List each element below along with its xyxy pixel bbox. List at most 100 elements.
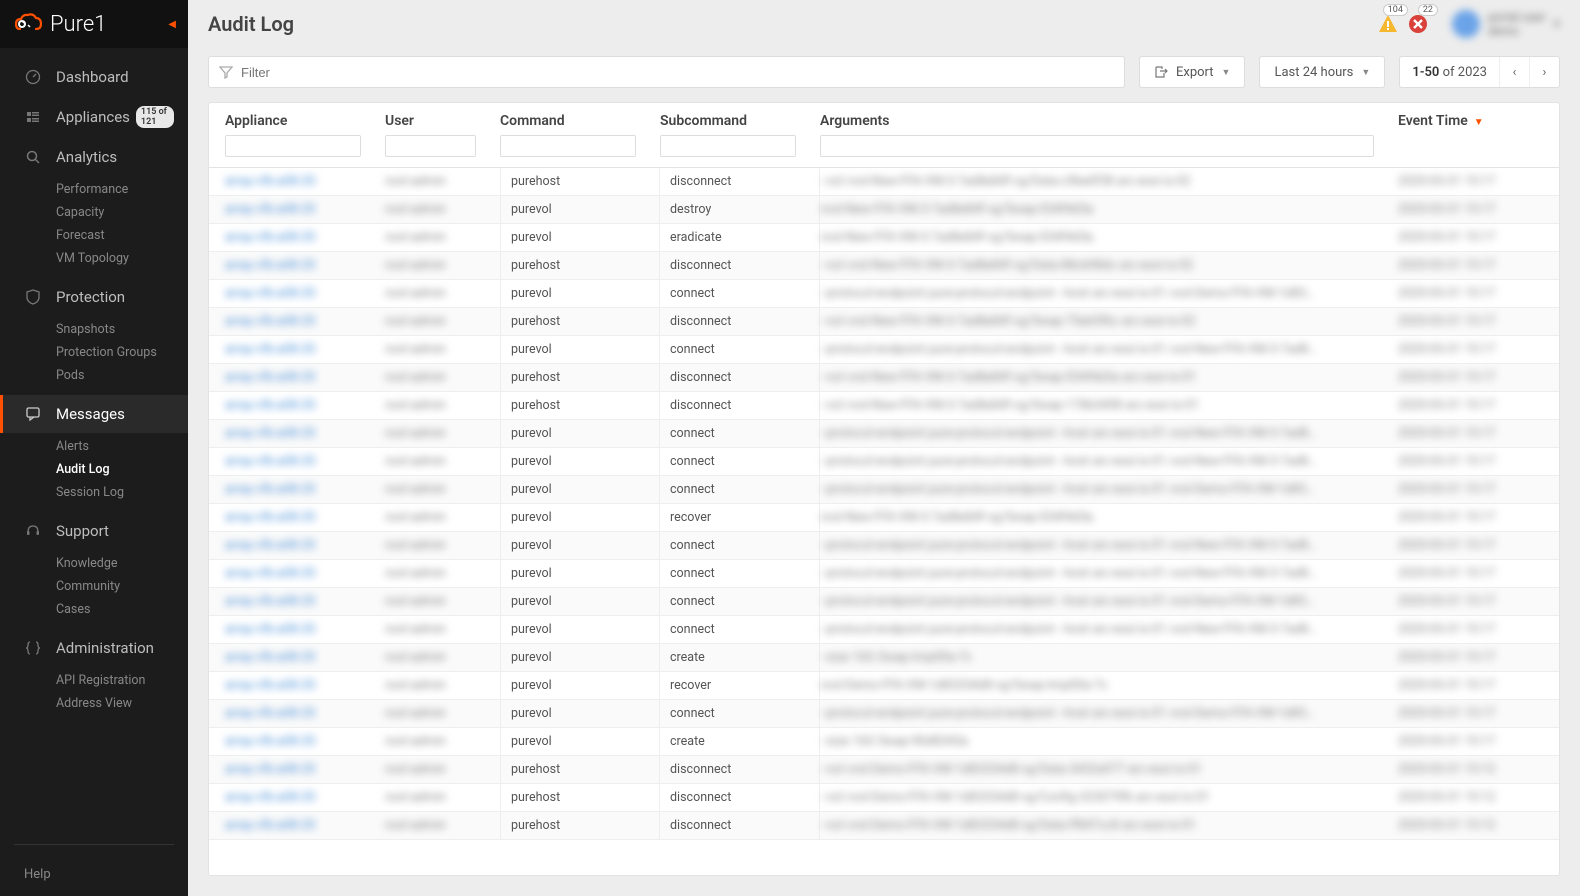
- sidebar-subitem-audit-log[interactable]: Audit Log: [56, 458, 188, 481]
- table-row[interactable]: array-vfb-a08-20root-adminpurehostdiscon…: [209, 364, 1559, 392]
- cell-appliance[interactable]: array-vfb-a08-20: [225, 448, 385, 475]
- table-row[interactable]: array-vfb-a08-20root-adminpurevolcreate-…: [209, 644, 1559, 672]
- table-row[interactable]: array-vfb-a08-20root-adminpurehostdiscon…: [209, 252, 1559, 280]
- cell-subcommand: disconnect: [660, 392, 820, 419]
- cell-appliance[interactable]: array-vfb-a08-20: [225, 588, 385, 615]
- table-row[interactable]: array-vfb-a08-20root-adminpurevolconnect…: [209, 700, 1559, 728]
- filter-command[interactable]: [500, 135, 636, 157]
- export-icon: [1154, 65, 1168, 79]
- cell-appliance[interactable]: array-vfb-a08-20: [225, 644, 385, 671]
- table-row[interactable]: array-vfb-a08-20root-adminpurehostdiscon…: [209, 168, 1559, 196]
- cell-appliance[interactable]: array-vfb-a08-20: [225, 728, 385, 755]
- sidebar-item-messages[interactable]: Messages: [0, 395, 188, 433]
- cell-appliance[interactable]: array-vfb-a08-20: [225, 784, 385, 811]
- filter-user[interactable]: [385, 135, 476, 157]
- cell-appliance[interactable]: array-vfb-a08-20: [225, 336, 385, 363]
- cell-appliance[interactable]: array-vfb-a08-20: [225, 308, 385, 335]
- export-button[interactable]: Export ▼: [1139, 56, 1245, 88]
- help-link[interactable]: Help: [0, 853, 188, 896]
- sidebar-subitem-api-registration[interactable]: API Registration: [56, 669, 188, 692]
- pager-prev[interactable]: ‹: [1499, 57, 1529, 87]
- table-row[interactable]: array-vfb-a08-20root-adminpurevolconnect…: [209, 280, 1559, 308]
- sidebar-item-appliances[interactable]: Appliances115 of 121: [0, 96, 188, 138]
- collapse-caret-icon[interactable]: ◀: [168, 19, 176, 30]
- cell-user: root-admin: [385, 560, 500, 587]
- cell-appliance[interactable]: array-vfb-a08-20: [225, 560, 385, 587]
- sidebar-item-administration[interactable]: Administration: [0, 629, 188, 667]
- th-user[interactable]: User: [385, 113, 500, 157]
- cell-subcommand: destroy: [660, 196, 820, 223]
- cell-appliance[interactable]: array-vfb-a08-20: [225, 392, 385, 419]
- sidebar-item-protection[interactable]: Protection: [0, 278, 188, 316]
- sidebar-subitem-alerts[interactable]: Alerts: [56, 435, 188, 458]
- filter-box[interactable]: [208, 56, 1125, 88]
- th-command[interactable]: Command: [500, 113, 660, 157]
- time-range-button[interactable]: Last 24 hours ▼: [1259, 56, 1385, 88]
- cell-appliance[interactable]: array-vfb-a08-20: [225, 504, 385, 531]
- alert-error[interactable]: 22: [1404, 10, 1432, 38]
- sidebar-subitem-pods[interactable]: Pods: [56, 364, 188, 387]
- sidebar-subitem-protection-groups[interactable]: Protection Groups: [56, 341, 188, 364]
- table-row[interactable]: array-vfb-a08-20root-adminpurevolconnect…: [209, 448, 1559, 476]
- table-row[interactable]: array-vfb-a08-20root-adminpurevolconnect…: [209, 560, 1559, 588]
- table-row[interactable]: array-vfb-a08-20root-adminpurevoldestroy…: [209, 196, 1559, 224]
- table-row[interactable]: array-vfb-a08-20root-adminpurevolcreate-…: [209, 728, 1559, 756]
- table-row[interactable]: array-vfb-a08-20root-adminpurehostdiscon…: [209, 784, 1559, 812]
- sidebar-subitem-cases[interactable]: Cases: [56, 598, 188, 621]
- th-arguments[interactable]: Arguments: [820, 113, 1398, 157]
- cell-command: purevol: [500, 476, 660, 503]
- sidebar-subitem-session-log[interactable]: Session Log: [56, 481, 188, 504]
- cell-appliance[interactable]: array-vfb-a08-20: [225, 420, 385, 447]
- cell-subcommand: connect: [660, 532, 820, 559]
- th-subcommand[interactable]: Subcommand: [660, 113, 820, 157]
- table-row[interactable]: array-vfb-a08-20root-adminpurevolrecover…: [209, 672, 1559, 700]
- cell-appliance[interactable]: array-vfb-a08-20: [225, 196, 385, 223]
- table-row[interactable]: array-vfb-a08-20root-adminpurevolconnect…: [209, 336, 1559, 364]
- logo[interactable]: Pure1 ◀: [0, 0, 188, 48]
- filter-subcommand[interactable]: [660, 135, 796, 157]
- table-row[interactable]: array-vfb-a08-20root-adminpurevolconnect…: [209, 420, 1559, 448]
- th-appliance[interactable]: Appliance: [225, 113, 385, 157]
- sidebar-subitem-address-view[interactable]: Address View: [56, 692, 188, 715]
- table-row[interactable]: array-vfb-a08-20root-adminpurevolconnect…: [209, 616, 1559, 644]
- user-menu[interactable]: portal user demo ▾: [1452, 10, 1560, 38]
- table-row[interactable]: array-vfb-a08-20root-adminpurevoleradica…: [209, 224, 1559, 252]
- sidebar-item-analytics[interactable]: Analytics: [0, 138, 188, 176]
- alert-warning[interactable]: 104: [1374, 10, 1402, 38]
- cell-appliance[interactable]: array-vfb-a08-20: [225, 280, 385, 307]
- table-row[interactable]: array-vfb-a08-20root-adminpurehostdiscon…: [209, 812, 1559, 840]
- table-row[interactable]: array-vfb-a08-20root-adminpurehostdiscon…: [209, 308, 1559, 336]
- sidebar-item-support[interactable]: Support: [0, 512, 188, 550]
- sidebar-subitem-forecast[interactable]: Forecast: [56, 224, 188, 247]
- sidebar-subitem-knowledge[interactable]: Knowledge: [56, 552, 188, 575]
- cell-appliance[interactable]: array-vfb-a08-20: [225, 224, 385, 251]
- table-row[interactable]: array-vfb-a08-20root-adminpurehostdiscon…: [209, 392, 1559, 420]
- sidebar-subitem-vm-topology[interactable]: VM Topology: [56, 247, 188, 270]
- cell-appliance[interactable]: array-vfb-a08-20: [225, 476, 385, 503]
- pager-next[interactable]: ›: [1529, 57, 1559, 87]
- th-event-time[interactable]: Event Time ▼: [1398, 113, 1543, 157]
- filter-appliance[interactable]: [225, 135, 361, 157]
- sidebar-subitem-capacity[interactable]: Capacity: [56, 201, 188, 224]
- cell-appliance[interactable]: array-vfb-a08-20: [225, 252, 385, 279]
- cell-appliance[interactable]: array-vfb-a08-20: [225, 532, 385, 559]
- table-row[interactable]: array-vfb-a08-20root-adminpurevolrecover…: [209, 504, 1559, 532]
- cell-appliance[interactable]: array-vfb-a08-20: [225, 700, 385, 727]
- table-row[interactable]: array-vfb-a08-20root-adminpurevolconnect…: [209, 588, 1559, 616]
- cell-appliance[interactable]: array-vfb-a08-20: [225, 812, 385, 839]
- cell-appliance[interactable]: array-vfb-a08-20: [225, 168, 385, 195]
- table-row[interactable]: array-vfb-a08-20root-adminpurevolconnect…: [209, 476, 1559, 504]
- sidebar-subitem-snapshots[interactable]: Snapshots: [56, 318, 188, 341]
- cell-appliance[interactable]: array-vfb-a08-20: [225, 756, 385, 783]
- cell-appliance[interactable]: array-vfb-a08-20: [225, 616, 385, 643]
- filter-arguments[interactable]: [820, 135, 1374, 157]
- filter-input[interactable]: [241, 65, 1114, 80]
- cell-subcommand: disconnect: [660, 812, 820, 839]
- sidebar-item-dashboard[interactable]: Dashboard: [0, 58, 188, 96]
- cell-appliance[interactable]: array-vfb-a08-20: [225, 364, 385, 391]
- table-row[interactable]: array-vfb-a08-20root-adminpurehostdiscon…: [209, 756, 1559, 784]
- cell-appliance[interactable]: array-vfb-a08-20: [225, 672, 385, 699]
- sidebar-subitem-performance[interactable]: Performance: [56, 178, 188, 201]
- table-row[interactable]: array-vfb-a08-20root-adminpurevolconnect…: [209, 532, 1559, 560]
- sidebar-subitem-community[interactable]: Community: [56, 575, 188, 598]
